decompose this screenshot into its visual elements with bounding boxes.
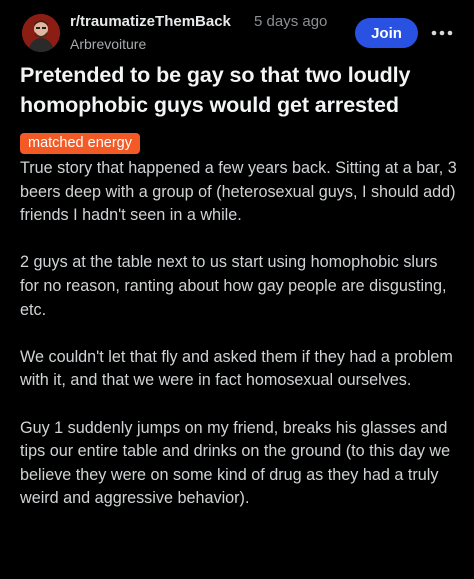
subreddit-name[interactable]: r/traumatizeThemBack	[70, 13, 231, 30]
body-paragraph: 2 guys at the table next to us start usi…	[20, 253, 447, 319]
join-button[interactable]: Join	[355, 18, 418, 48]
post-title[interactable]: Pretended to be gay so that two loudly h…	[20, 60, 460, 120]
post-flair[interactable]: matched energy	[20, 133, 140, 154]
subreddit-avatar-icon[interactable]	[22, 14, 60, 52]
post-author[interactable]: Arbrevoiture	[70, 36, 146, 52]
post-time: 5 days ago	[254, 13, 328, 30]
more-options-icon[interactable]	[428, 22, 456, 44]
body-paragraph: We couldn't let that fly and asked them …	[20, 347, 453, 390]
post-header: r/traumatizeThemBack 5 days ago Arbrevoi…	[0, 0, 474, 64]
body-paragraph: True story that happened a few years bac…	[20, 159, 457, 225]
post-body[interactable]: True story that happened a few years bac…	[20, 157, 460, 535]
body-paragraph: Guy 1 suddenly jumps on my friend, break…	[20, 418, 451, 508]
